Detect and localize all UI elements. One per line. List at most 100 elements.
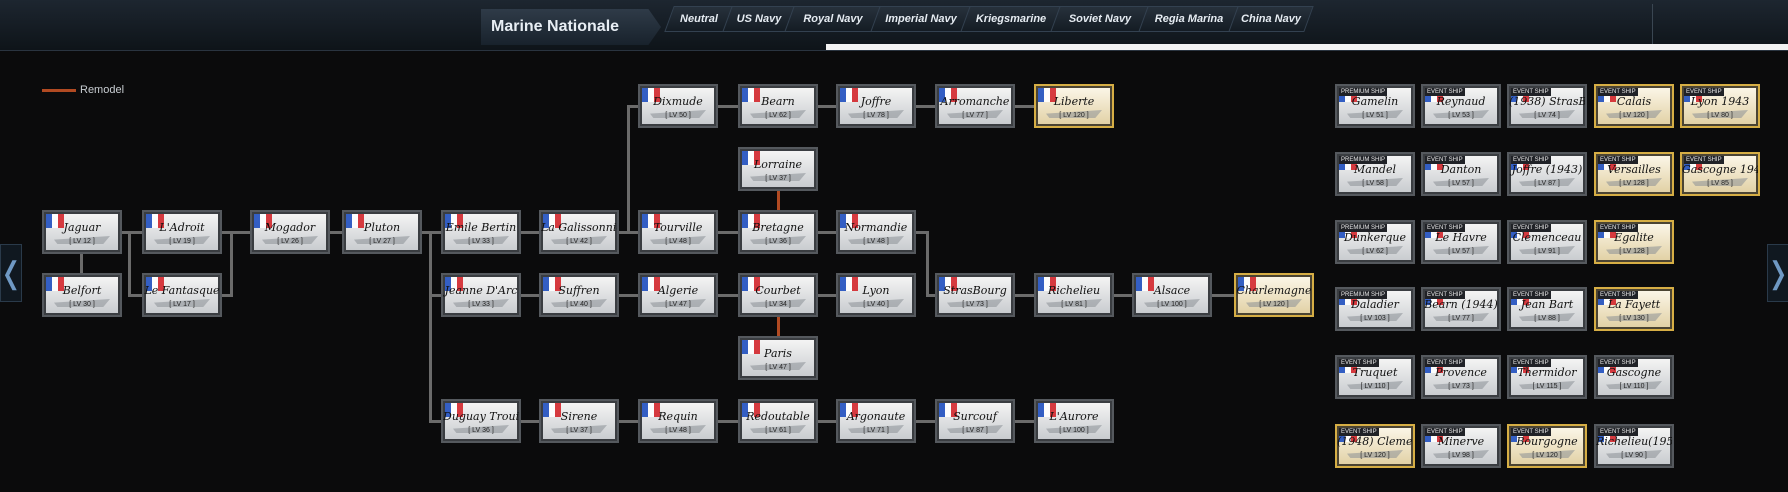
ship-level: [ LV 48 ] [665, 427, 691, 434]
tree-connector [916, 420, 935, 423]
ship-card-alsace[interactable]: Alsace [ LV 100 ] [1132, 273, 1212, 317]
tab-soviet-navy[interactable]: Soviet Navy [1050, 6, 1150, 32]
ship-card-paris[interactable]: Paris [ LV 47 ] [738, 336, 818, 380]
ship-card-1948-clemenceau[interactable]: EVENT SHIP(1948) Clemenceau[ LV 120 ] [1335, 424, 1415, 468]
ship-card-pluton[interactable]: Pluton [ LV 27 ] [342, 210, 422, 254]
ship-card-gascogne-1941[interactable]: EVENT SHIP Gascogne 1941[ LV 85 ] [1680, 152, 1760, 196]
ship-card-jean-bart[interactable]: EVENT SHIP Jean Bart[ LV 88 ] [1507, 287, 1587, 331]
ship-name: Bretagne [752, 221, 804, 234]
ship-card-arromanche[interactable]: Arromanche [ LV 77 ] [935, 84, 1015, 128]
ship-card-emile-bertin[interactable]: Emile Bertin [ LV 33 ] [441, 210, 521, 254]
ship-card-richelieu-1951[interactable]: EVENT SHIPRichelieu(1951)[ LV 90 ] [1594, 424, 1674, 468]
ship-name: Alsace [1153, 284, 1191, 297]
ship-card-requin[interactable]: Requin [ LV 48 ] [638, 399, 718, 443]
ship-card-dunkerque[interactable]: PREMIUM SHIP Dunkerque[ LV 62 ] [1335, 220, 1415, 264]
ship-card-minerve[interactable]: EVENT SHIP Minerve[ LV 98 ] [1421, 424, 1501, 468]
ship-name: Richelieu(1951) [1596, 435, 1674, 448]
ship-card-richelieu[interactable]: Richelieu [ LV 81 ] [1034, 273, 1114, 317]
ship-card-algerie[interactable]: Algerie [ LV 47 ] [638, 273, 718, 317]
ship-card-lorraine[interactable]: Lorraine [ LV 37 ] [738, 147, 818, 191]
ship-name: Mogador [264, 221, 316, 234]
ship-name: Charlemagne [1236, 284, 1312, 297]
ship-level: [ LV 78 ] [863, 112, 889, 119]
ship-card-la-galissonniere[interactable]: La Galissonniere [ LV 42 ] [539, 210, 619, 254]
tree-connector [1015, 105, 1034, 108]
ship-card-argonaute[interactable]: Argonaute [ LV 71 ] [836, 399, 916, 443]
ship-card-bourgogne[interactable]: EVENT SHIP Bourgogne[ LV 120 ] [1507, 424, 1587, 468]
ship-card-suffren[interactable]: Suffren [ LV 40 ] [539, 273, 619, 317]
ship-card-danton[interactable]: EVENT SHIP Danton[ LV 57 ] [1421, 152, 1501, 196]
ship-card-bearn-1944[interactable]: EVENT SHIP Bearn (1944)[ LV 77 ] [1421, 287, 1501, 331]
ship-name: L'Adroit [159, 221, 205, 234]
ship-card-versailles[interactable]: EVENT SHIP Versailles[ LV 128 ] [1594, 152, 1674, 196]
tab-kriegsmarine[interactable]: Kriegsmarine [960, 6, 1062, 32]
ship-card-reynaud[interactable]: EVENT SHIP Reynaud[ LV 53 ] [1421, 84, 1501, 128]
ship-card-surcouf[interactable]: Surcouf [ LV 87 ] [935, 399, 1015, 443]
prev-page-button[interactable]: ❬ [0, 244, 24, 302]
ship-card-gascogne[interactable]: EVENT SHIP Gascogne[ LV 110 ] [1594, 355, 1674, 399]
ship-level: [ LV 103 ] [1360, 315, 1390, 322]
ship-card-provence[interactable]: EVENT SHIP Provence[ LV 73 ] [1421, 355, 1501, 399]
ship-card-mandel[interactable]: PREMIUM SHIP Mandel[ LV 58 ] [1335, 152, 1415, 196]
ship-name: Bearn [761, 95, 795, 108]
ship-level: [ LV 100 ] [1059, 427, 1089, 434]
ship-name: Argonaute [846, 410, 906, 423]
ship-level: [ LV 88 ] [1534, 315, 1560, 322]
ship-card-calais[interactable]: EVENT SHIP Calais[ LV 120 ] [1594, 84, 1674, 128]
tree-connector [718, 105, 738, 108]
ship-card-dixmude[interactable]: Dixmude [ LV 50 ] [638, 84, 718, 128]
ship-card-charlemagne[interactable]: Charlemagne [ LV 120 ] [1234, 273, 1314, 317]
ship-level: [ LV 77 ] [962, 112, 988, 119]
tree-connector [429, 231, 432, 423]
ship-card-gamelin[interactable]: PREMIUM SHIP Gamelin[ LV 51 ] [1335, 84, 1415, 128]
next-page-button[interactable]: ❭ [1765, 244, 1788, 302]
ship-card-normandie[interactable]: Normandie [ LV 48 ] [836, 210, 916, 254]
ship-level: [ LV 73 ] [962, 301, 988, 308]
ship-card-bearn[interactable]: Bearn [ LV 62 ] [738, 84, 818, 128]
ship-card-courbet[interactable]: Courbet [ LV 34 ] [738, 273, 818, 317]
remodel-connector [777, 317, 780, 336]
ship-card-lyon-1943[interactable]: EVENT SHIP Lyon 1943[ LV 80 ] [1680, 84, 1760, 128]
ship-card-daladier[interactable]: PREMIUM SHIP Daladier[ LV 103 ] [1335, 287, 1415, 331]
tree-connector [1015, 294, 1034, 297]
ship-card-l-adroit[interactable]: L'Adroit [ LV 19 ] [142, 210, 222, 254]
ship-card-joffre[interactable]: Joffre [ LV 78 ] [836, 84, 916, 128]
ship-card-l-aurore[interactable]: L'Aurore [ LV 100 ] [1034, 399, 1114, 443]
ship-card-le-fantasque[interactable]: Le Fantasque [ LV 17 ] [142, 273, 222, 317]
tab-regia-marina[interactable]: Regia Marina [1138, 6, 1240, 32]
ship-card-belfort[interactable]: Belfort [ LV 30 ] [42, 273, 122, 317]
ship-card-redoutable[interactable]: Redoutable [ LV 61 ] [738, 399, 818, 443]
ship-card-la-fayett[interactable]: EVENT SHIP La Fayett[ LV 130 ] [1594, 287, 1674, 331]
ship-level: [ LV 62 ] [765, 112, 791, 119]
ship-level: [ LV 57 ] [1448, 180, 1474, 187]
ship-card-le-havre[interactable]: EVENT SHIP Le Havre[ LV 57 ] [1421, 220, 1501, 264]
ship-card-egalite[interactable]: EVENT SHIP Egalite[ LV 128 ] [1594, 220, 1674, 264]
ship-card-lyon[interactable]: Lyon [ LV 40 ] [836, 273, 916, 317]
ship-card-duguay-trouin[interactable]: Duguay Trouin [ LV 36 ] [441, 399, 521, 443]
ship-card-strasbourg[interactable]: StrasBourg [ LV 73 ] [935, 273, 1015, 317]
tab-china-navy[interactable]: China Navy [1228, 6, 1314, 32]
ship-level: [ LV 47 ] [665, 301, 691, 308]
ship-card-thermidor[interactable]: EVENT SHIP Thermidor[ LV 115 ] [1507, 355, 1587, 399]
ship-card-1938-strasbourg[interactable]: EVENT SHIP(1938) StrasBourg[ LV 74 ] [1507, 84, 1587, 128]
ship-card-clemenceau[interactable]: EVENT SHIP Clemenceau[ LV 91 ] [1507, 220, 1587, 264]
ship-card-mogador[interactable]: Mogador [ LV 26 ] [250, 210, 330, 254]
tab-marine-nationale[interactable]: Marine Nationale [481, 9, 661, 45]
tree-connector [230, 231, 233, 295]
ship-card-joffre-1943[interactable]: EVENT SHIP Joffre (1943)[ LV 87 ] [1507, 152, 1587, 196]
tab-royal-navy[interactable]: Royal Navy [784, 6, 882, 32]
ship-card-sirene[interactable]: Sirene [ LV 37 ] [539, 399, 619, 443]
ship-card-truquet[interactable]: EVENT SHIP Truquet[ LV 110 ] [1335, 355, 1415, 399]
ship-card-bretagne[interactable]: Bretagne [ LV 36 ] [738, 210, 818, 254]
ship-card-liberte[interactable]: Liberte [ LV 120 ] [1034, 84, 1114, 128]
ship-card-jaguar[interactable]: Jaguar [ LV 12 ] [42, 210, 122, 254]
ship-level: [ LV 37 ] [566, 427, 592, 434]
ship-card-tourville[interactable]: Tourville [ LV 48 ] [638, 210, 718, 254]
ship-card-jeanne-d-arc[interactable]: Jeanne D'Arc [ LV 33 ] [441, 273, 521, 317]
ship-level: [ LV 73 ] [1448, 383, 1474, 390]
tab-imperial-navy[interactable]: Imperial Navy [870, 6, 972, 32]
chevron-left-icon: ❬ [0, 256, 24, 290]
tree-connector [429, 294, 441, 297]
ship-level: [ LV 85 ] [1707, 180, 1733, 187]
ship-name: Provence [1435, 366, 1487, 379]
